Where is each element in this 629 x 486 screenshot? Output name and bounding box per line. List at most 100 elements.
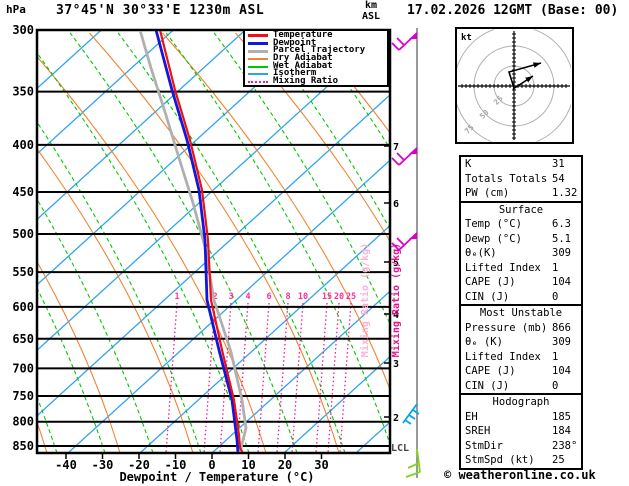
table-section-header: Hodograph: [492, 396, 550, 408]
table-row: θₑ (K) 309: [461, 335, 581, 350]
altitude-axis-unit-km: km: [365, 0, 378, 11]
table-row-value: 185: [552, 410, 571, 423]
table-section-most-unstable: Most Unstable Pressure (mb) 866 θₑ (K) 309 Li…: [461, 304, 581, 393]
pressure-tick-label: 550: [12, 265, 34, 279]
table-row-value: 866: [552, 321, 571, 334]
station-title: 37°45'N 30°33'E 1230m ASL: [56, 3, 265, 18]
mixing-ratio-value-label: 10: [298, 292, 308, 302]
pressure-tick-label: 350: [12, 85, 34, 99]
hodograph-plot-area: 255075: [457, 29, 571, 142]
table-row: CIN (J) 0: [461, 290, 581, 305]
table-row-label: EH: [465, 410, 478, 423]
table-row-value: 1: [552, 261, 559, 274]
pressure-axis-unit: hPa: [6, 3, 26, 16]
pressure-tick-label: 650: [12, 332, 34, 346]
mixing-ratio-value-label: 20: [334, 292, 344, 302]
hodograph-ring-label: 50: [478, 108, 491, 121]
table-row: Totals Totals 54: [461, 172, 581, 187]
legend: Temperature Dewpoint Parcel Trajectory Dry …: [243, 29, 389, 87]
legend-swatch-dry-adiabat: [248, 57, 268, 60]
table-row-value: 184: [552, 425, 571, 437]
table-row-value: 5.1: [552, 232, 571, 245]
table-row-label: θₑ (K): [465, 336, 503, 348]
table-row-label: Temp (°C): [465, 218, 522, 230]
altitude-tick-label: 3: [393, 359, 399, 370]
hodograph-ring-label: 75: [463, 123, 476, 136]
wind-barb: [391, 232, 418, 251]
temperature-axis-title: Dewpoint / Temperature (°C): [119, 470, 315, 484]
pressure-tick-label: 800: [12, 415, 34, 429]
datetime-label: 17.02.2026 12GMT (Base: 00): [407, 3, 619, 18]
mixing-ratio-value-label: 8: [285, 292, 290, 302]
table-row: Pressure (mb) 866: [461, 321, 581, 336]
table-row-label: CIN (J): [465, 290, 510, 303]
mixing-ratio-value-label: 4: [245, 292, 250, 302]
table-row: Temp (°C) 6.3: [461, 217, 581, 232]
table-row: SREH 184: [461, 424, 581, 439]
table-row-label: CIN (J): [465, 379, 510, 392]
altitude-tick-label: 2: [393, 413, 399, 424]
hodograph: 255075kt: [455, 27, 574, 144]
table-row-label: CAPE (J): [465, 276, 516, 288]
legend-item: Temperature: [248, 31, 387, 40]
table-row: CAPE (J) 104: [461, 364, 581, 379]
skewt-sounding-page: 300 350 400 450 500 550 600 650 700 750 800 850 -40-…: [0, 0, 629, 486]
sounding-indices-table: K 31 Totals Totals 54 PW (cm) 1.32 Surface Temp…: [459, 155, 583, 470]
table-section-header: Most Unstable: [479, 307, 563, 319]
table-row-label: SREH: [465, 425, 491, 437]
mixing-ratio-value-label: 1: [174, 292, 179, 302]
table-section-surface: Surface Temp (°C) 6.3 Dewp (°C) 5.1 θₑ(K) 309 L…: [461, 200, 581, 305]
legend-swatch-parcel-trajectory: [248, 49, 268, 53]
table-row: Lifted Index 1: [461, 261, 581, 276]
table-row-value: 238°: [552, 439, 578, 452]
table-row-value: 54: [552, 172, 565, 185]
table-row: PW (cm) 1.32: [461, 186, 581, 201]
mixing-ratio-value-label: 15: [322, 292, 332, 302]
table-row: Dewp (°C) 5.1: [461, 232, 581, 247]
table-row: StmDir 238°: [461, 439, 581, 454]
table-row-value: 104: [552, 365, 571, 377]
table-row-label: Lifted Index: [465, 261, 541, 274]
table-row: θₑ(K) 309: [461, 246, 581, 261]
mixing-ratio-line: [339, 302, 352, 452]
table-row: CIN (J) 0: [461, 379, 581, 394]
pressure-tick-label: 750: [12, 389, 34, 403]
legend-swatch-isotherm: [248, 73, 268, 76]
table-row: StmSpd (kt) 25: [461, 453, 581, 468]
mixing-ratio-axis-label-echo: Mixing Ratio (g/kg): [359, 243, 371, 357]
table-row: CAPE (J) 104: [461, 275, 581, 290]
legend-swatch-mixing-ratio: [248, 80, 268, 83]
table-row-label: StmDir: [465, 439, 503, 452]
table-section: K 31 Totals Totals 54 PW (cm) 1.32: [461, 157, 581, 201]
isotherm-line: [38, 31, 389, 351]
table-row-label: CAPE (J): [465, 365, 516, 377]
table-row-label: StmSpd (kt): [465, 454, 535, 466]
legend-label: Mixing Ratio: [273, 76, 339, 87]
hodograph-ring-label: 25: [492, 94, 505, 107]
pressure-tick-label: 600: [12, 300, 34, 314]
altitude-tick-label: 7: [393, 142, 399, 153]
legend-item: Wet Adiabat: [248, 61, 387, 71]
pressure-tick-label: 300: [12, 23, 34, 37]
table-row: EH 185: [461, 410, 581, 425]
mixing-ratio-line: [165, 302, 178, 452]
copyright-label: © weatheronline.co.uk: [444, 468, 596, 482]
mixing-ratio-line: [276, 302, 289, 452]
mixing-ratio-value-label: 6: [266, 292, 271, 302]
table-row-label: K: [465, 158, 472, 170]
legend-swatch-dewpoint: [248, 42, 268, 46]
table-row-value: 1.32: [552, 187, 578, 199]
altitude-tick-label: 6: [393, 199, 399, 210]
table-row-value: 1: [552, 350, 559, 363]
table-section-hodograph: Hodograph EH 185 SREH 184 StmDir 238° StmSpd (k…: [461, 393, 581, 468]
pressure-tick-label: 450: [12, 185, 34, 199]
table-row-label: Totals Totals: [465, 172, 548, 185]
pressure-tick-labels: 300 350 400 450 500 550 600 650 700 750 800 850: [12, 23, 34, 453]
table-row-value: 0: [552, 290, 559, 303]
table-row-label: PW (cm): [465, 187, 510, 199]
dewpoint-curve: [154, 31, 240, 452]
dry-adiabat-line: [162, 32, 389, 389]
table-row-value: 31: [552, 158, 565, 170]
mixing-ratio-axis-label: Mixing Ratio (g/kg): [390, 243, 402, 357]
legend-item: Mixing Ratio: [248, 76, 387, 87]
